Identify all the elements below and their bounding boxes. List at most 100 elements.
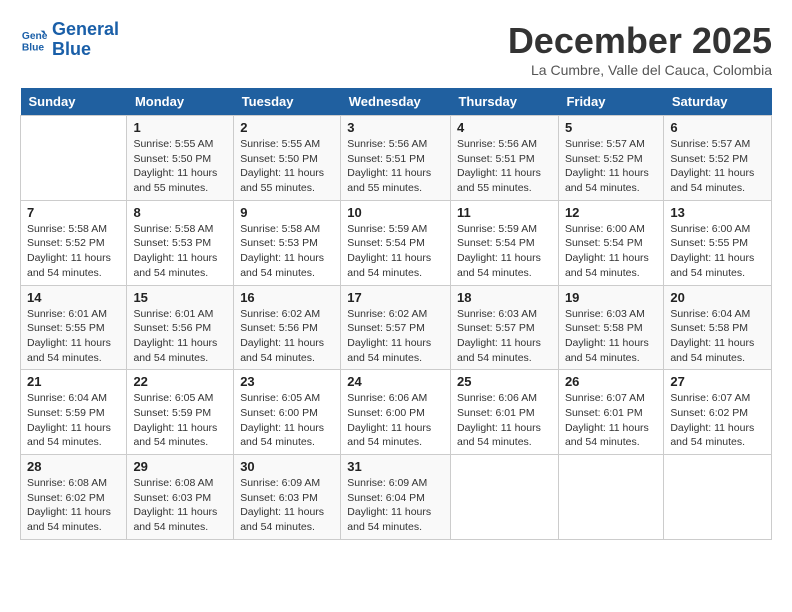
day-info: Sunrise: 6:06 AM Sunset: 6:00 PM Dayligh…	[347, 391, 444, 450]
calendar-cell: 29 Sunrise: 6:08 AM Sunset: 6:03 PM Dayli…	[127, 455, 234, 540]
day-info: Sunrise: 5:58 AM Sunset: 5:53 PM Dayligh…	[133, 222, 227, 281]
day-info: Sunrise: 5:58 AM Sunset: 5:52 PM Dayligh…	[27, 222, 120, 281]
day-info: Sunrise: 6:08 AM Sunset: 6:03 PM Dayligh…	[133, 476, 227, 535]
calendar-cell: 31 Sunrise: 6:09 AM Sunset: 6:04 PM Dayli…	[341, 455, 451, 540]
day-number: 30	[240, 459, 334, 474]
month-title: December 2025	[508, 20, 772, 62]
day-number: 14	[27, 290, 120, 305]
title-block: December 2025 La Cumbre, Valle del Cauca…	[508, 20, 772, 78]
calendar-cell	[664, 455, 772, 540]
day-info: Sunrise: 5:56 AM Sunset: 5:51 PM Dayligh…	[347, 137, 444, 196]
day-number: 11	[457, 205, 552, 220]
calendar-cell: 25 Sunrise: 6:06 AM Sunset: 6:01 PM Dayli…	[450, 370, 558, 455]
day-info: Sunrise: 6:00 AM Sunset: 5:55 PM Dayligh…	[670, 222, 765, 281]
calendar-cell: 16 Sunrise: 6:02 AM Sunset: 5:56 PM Dayli…	[234, 285, 341, 370]
day-info: Sunrise: 5:55 AM Sunset: 5:50 PM Dayligh…	[240, 137, 334, 196]
day-info: Sunrise: 6:07 AM Sunset: 6:02 PM Dayligh…	[670, 391, 765, 450]
calendar-cell: 7 Sunrise: 5:58 AM Sunset: 5:52 PM Daylig…	[21, 200, 127, 285]
day-info: Sunrise: 6:05 AM Sunset: 6:00 PM Dayligh…	[240, 391, 334, 450]
calendar-week-3: 14 Sunrise: 6:01 AM Sunset: 5:55 PM Dayli…	[21, 285, 772, 370]
calendar-cell: 19Sunrise: 6:03 AM Sunset: 5:58 PM Dayli…	[558, 285, 663, 370]
calendar-cell: 6 Sunrise: 5:57 AM Sunset: 5:52 PM Daylig…	[664, 116, 772, 201]
day-info: Sunrise: 6:04 AM Sunset: 5:58 PM Dayligh…	[670, 307, 765, 366]
day-number: 23	[240, 374, 334, 389]
day-number: 13	[670, 205, 765, 220]
calendar-week-4: 21Sunrise: 6:04 AM Sunset: 5:59 PM Dayli…	[21, 370, 772, 455]
day-info: Sunrise: 6:03 AM Sunset: 5:57 PM Dayligh…	[457, 307, 552, 366]
calendar-body: 1Sunrise: 5:55 AM Sunset: 5:50 PM Daylig…	[21, 116, 772, 540]
page-header: General Blue General Blue December 2025 …	[20, 20, 772, 78]
day-info: Sunrise: 6:03 AM Sunset: 5:58 PM Dayligh…	[565, 307, 657, 366]
day-number: 29	[133, 459, 227, 474]
calendar-cell	[558, 455, 663, 540]
calendar-table: SundayMondayTuesdayWednesdayThursdayFrid…	[20, 88, 772, 540]
day-info: Sunrise: 6:08 AM Sunset: 6:02 PM Dayligh…	[27, 476, 120, 535]
day-number: 20	[670, 290, 765, 305]
day-info: Sunrise: 6:09 AM Sunset: 6:03 PM Dayligh…	[240, 476, 334, 535]
day-info: Sunrise: 6:05 AM Sunset: 5:59 PM Dayligh…	[133, 391, 227, 450]
calendar-cell: 13 Sunrise: 6:00 AM Sunset: 5:55 PM Dayli…	[664, 200, 772, 285]
day-number: 6	[670, 120, 765, 135]
day-info: Sunrise: 6:07 AM Sunset: 6:01 PM Dayligh…	[565, 391, 657, 450]
day-info: Sunrise: 5:56 AM Sunset: 5:51 PM Dayligh…	[457, 137, 552, 196]
day-number: 2	[240, 120, 334, 135]
day-number: 26	[565, 374, 657, 389]
day-info: Sunrise: 5:57 AM Sunset: 5:52 PM Dayligh…	[670, 137, 765, 196]
calendar-cell: 30 Sunrise: 6:09 AM Sunset: 6:03 PM Dayli…	[234, 455, 341, 540]
day-info: Sunrise: 5:58 AM Sunset: 5:53 PM Dayligh…	[240, 222, 334, 281]
calendar-cell: 21Sunrise: 6:04 AM Sunset: 5:59 PM Dayli…	[21, 370, 127, 455]
day-number: 10	[347, 205, 444, 220]
day-number: 27	[670, 374, 765, 389]
day-info: Sunrise: 6:01 AM Sunset: 5:56 PM Dayligh…	[133, 307, 227, 366]
day-header-friday: Friday	[558, 88, 663, 116]
day-number: 31	[347, 459, 444, 474]
day-number: 24	[347, 374, 444, 389]
day-number: 25	[457, 374, 552, 389]
day-header-monday: Monday	[127, 88, 234, 116]
day-number: 21	[27, 374, 120, 389]
day-info: Sunrise: 5:55 AM Sunset: 5:50 PM Dayligh…	[133, 137, 227, 196]
day-info: Sunrise: 6:01 AM Sunset: 5:55 PM Dayligh…	[27, 307, 120, 366]
calendar-cell: 1Sunrise: 5:55 AM Sunset: 5:50 PM Daylig…	[127, 116, 234, 201]
calendar-week-2: 7 Sunrise: 5:58 AM Sunset: 5:52 PM Daylig…	[21, 200, 772, 285]
calendar-cell: 9Sunrise: 5:58 AM Sunset: 5:53 PM Daylig…	[234, 200, 341, 285]
day-number: 15	[133, 290, 227, 305]
calendar-cell: 27 Sunrise: 6:07 AM Sunset: 6:02 PM Dayli…	[664, 370, 772, 455]
calendar-cell: 15 Sunrise: 6:01 AM Sunset: 5:56 PM Dayli…	[127, 285, 234, 370]
calendar-cell: 23 Sunrise: 6:05 AM Sunset: 6:00 PM Dayli…	[234, 370, 341, 455]
day-header-wednesday: Wednesday	[341, 88, 451, 116]
calendar-cell: 12Sunrise: 6:00 AM Sunset: 5:54 PM Dayli…	[558, 200, 663, 285]
calendar-cell	[450, 455, 558, 540]
calendar-cell: 14 Sunrise: 6:01 AM Sunset: 5:55 PM Dayli…	[21, 285, 127, 370]
day-number: 18	[457, 290, 552, 305]
day-number: 7	[27, 205, 120, 220]
calendar-cell: 18 Sunrise: 6:03 AM Sunset: 5:57 PM Dayli…	[450, 285, 558, 370]
calendar-cell: 17Sunrise: 6:02 AM Sunset: 5:57 PM Dayli…	[341, 285, 451, 370]
calendar-cell: 5Sunrise: 5:57 AM Sunset: 5:52 PM Daylig…	[558, 116, 663, 201]
day-number: 16	[240, 290, 334, 305]
calendar-week-5: 28Sunrise: 6:08 AM Sunset: 6:02 PM Dayli…	[21, 455, 772, 540]
day-header-sunday: Sunday	[21, 88, 127, 116]
calendar-week-1: 1Sunrise: 5:55 AM Sunset: 5:50 PM Daylig…	[21, 116, 772, 201]
day-number: 3	[347, 120, 444, 135]
day-info: Sunrise: 5:59 AM Sunset: 5:54 PM Dayligh…	[457, 222, 552, 281]
logo-text: General Blue	[52, 20, 119, 60]
calendar-header-row: SundayMondayTuesdayWednesdayThursdayFrid…	[21, 88, 772, 116]
calendar-cell: 10 Sunrise: 5:59 AM Sunset: 5:54 PM Dayli…	[341, 200, 451, 285]
day-info: Sunrise: 5:57 AM Sunset: 5:52 PM Dayligh…	[565, 137, 657, 196]
day-header-saturday: Saturday	[664, 88, 772, 116]
day-info: Sunrise: 5:59 AM Sunset: 5:54 PM Dayligh…	[347, 222, 444, 281]
day-info: Sunrise: 6:02 AM Sunset: 5:56 PM Dayligh…	[240, 307, 334, 366]
day-info: Sunrise: 6:06 AM Sunset: 6:01 PM Dayligh…	[457, 391, 552, 450]
day-info: Sunrise: 6:09 AM Sunset: 6:04 PM Dayligh…	[347, 476, 444, 535]
day-number: 12	[565, 205, 657, 220]
day-header-thursday: Thursday	[450, 88, 558, 116]
logo-icon: General Blue	[20, 26, 48, 54]
calendar-cell: 22Sunrise: 6:05 AM Sunset: 5:59 PM Dayli…	[127, 370, 234, 455]
calendar-cell: 8Sunrise: 5:58 AM Sunset: 5:53 PM Daylig…	[127, 200, 234, 285]
calendar-cell: 24 Sunrise: 6:06 AM Sunset: 6:00 PM Dayli…	[341, 370, 451, 455]
location-subtitle: La Cumbre, Valle del Cauca, Colombia	[508, 62, 772, 78]
calendar-cell: 11 Sunrise: 5:59 AM Sunset: 5:54 PM Dayli…	[450, 200, 558, 285]
calendar-cell: 20 Sunrise: 6:04 AM Sunset: 5:58 PM Dayli…	[664, 285, 772, 370]
day-info: Sunrise: 6:02 AM Sunset: 5:57 PM Dayligh…	[347, 307, 444, 366]
